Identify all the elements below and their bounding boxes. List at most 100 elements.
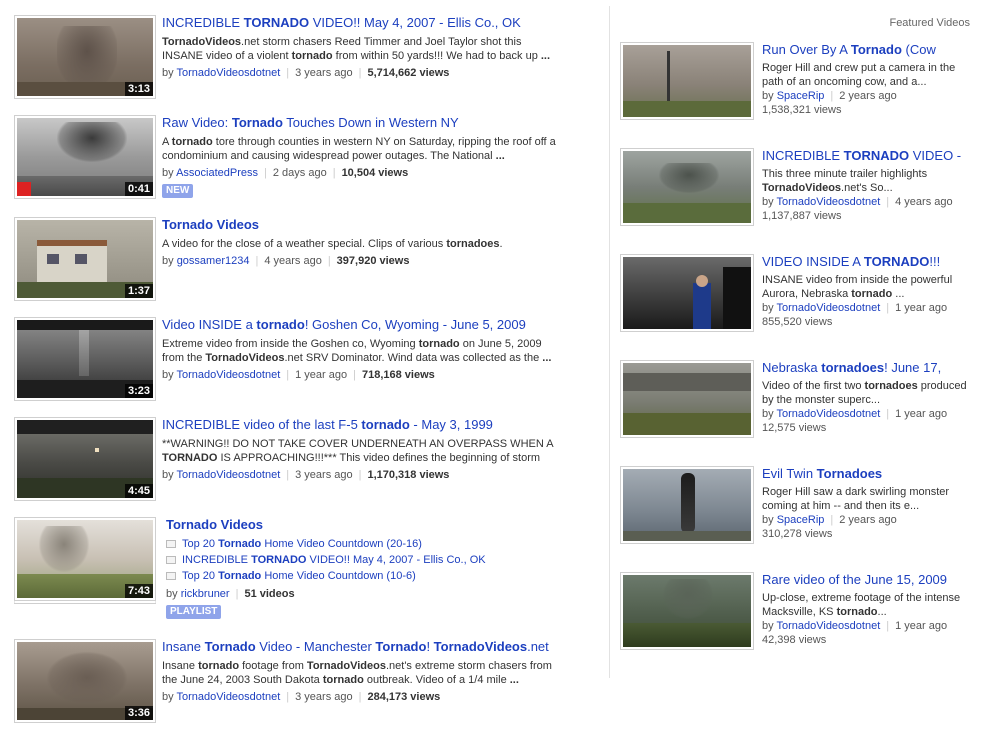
separator: |	[286, 67, 290, 79]
featured-meta: by SpaceRip | 2 years ago	[762, 513, 972, 527]
playlist-entry[interactable]: INCREDIBLE TORNADO VIDEO!! May 4, 2007 -…	[166, 552, 566, 568]
video-thumbnail[interactable]	[620, 42, 754, 120]
desc-ellipsis: ...	[509, 674, 519, 686]
view-count: 1,538,321 views	[762, 104, 842, 116]
title-text: Insane	[162, 639, 205, 654]
result-title[interactable]: Video INSIDE a tornado! Goshen Co, Wyomi…	[162, 317, 562, 333]
video-thumbnail[interactable]: 0:41	[14, 115, 156, 199]
result-title[interactable]: INCREDIBLE video of the last F-5 tornado…	[162, 417, 562, 433]
separator: |	[327, 255, 331, 267]
upload-age: 1 year ago	[295, 369, 348, 381]
featured-meta: by TornadoVideosdotnet | 1 year ago	[762, 407, 972, 421]
playlist-title[interactable]: Tornado Videos	[166, 517, 566, 533]
desc-ellipsis: ...	[540, 50, 551, 62]
separator: |	[358, 691, 362, 703]
by-label: by	[162, 255, 174, 267]
author-link[interactable]: TornadoVideosdotnet	[176, 369, 280, 381]
video-thumbnail[interactable]: 1:37	[14, 217, 156, 301]
view-count: 10,504 views	[341, 167, 409, 179]
video-thumbnail[interactable]: 3:36	[14, 639, 156, 723]
video-thumbnail[interactable]: 3:23	[14, 317, 156, 401]
video-thumbnail[interactable]	[620, 360, 754, 438]
desc-text: .	[499, 238, 503, 250]
desc-text: **WARNING!! DO NOT TAKE COVER UNDERNEATH…	[162, 438, 553, 450]
video-thumbnail[interactable]	[620, 254, 754, 332]
playlist-entry[interactable]: Top 20 Tornado Home Video Countdown (20-…	[166, 536, 566, 552]
desc-keyword: tornado	[851, 288, 893, 300]
featured-title[interactable]: Nebraska tornadoes! June 17,	[762, 360, 972, 376]
desc-keyword: tornado	[171, 136, 213, 148]
result-title[interactable]: INCREDIBLE TORNADO VIDEO!! May 4, 2007 -…	[162, 15, 562, 31]
title-keyword: Tornado	[204, 639, 256, 654]
result-title[interactable]: Insane Tornado Video - Manchester Tornad…	[162, 639, 562, 655]
video-thumbnail[interactable]: 3:13	[14, 15, 156, 99]
result-item: 4:45 INCREDIBLE video of the last F-5 to…	[14, 417, 600, 505]
video-duration: 4:45	[124, 484, 153, 498]
video-duration: 3:36	[124, 706, 153, 720]
view-count: 310,278 views	[762, 528, 833, 540]
video-thumbnail[interactable]	[620, 148, 754, 226]
featured-description: This three minute trailer highlights Tor…	[762, 167, 972, 195]
playlist-thumbnail[interactable]: 7:43	[14, 517, 156, 604]
playlist-entry[interactable]: Top 20 Tornado Home Video Countdown (10-…	[166, 568, 566, 584]
video-thumbnail[interactable]	[620, 572, 754, 650]
view-count: 5,714,662 views	[367, 67, 450, 79]
column-divider	[609, 6, 610, 678]
separator: |	[358, 67, 362, 79]
playlist-badge: PLAYLIST	[166, 605, 222, 619]
entry-keyword: Tornado	[218, 538, 262, 550]
entry-keyword: TORNADO	[251, 554, 307, 566]
separator: |	[353, 369, 356, 381]
desc-text: This three minute trailer highlights	[762, 168, 928, 180]
desc-keyword: tornado	[291, 50, 333, 62]
result-title[interactable]: Raw Video: Tornado Touches Down in Weste…	[162, 115, 562, 131]
view-count: 42,398 views	[762, 634, 827, 646]
author-link[interactable]: TornadoVideosdotnet	[776, 196, 880, 208]
video-thumbnail[interactable]: 4:45	[14, 417, 156, 501]
featured-title[interactable]: Rare video of the June 15, 2009	[762, 572, 972, 588]
view-count: 397,920 views	[336, 255, 410, 267]
separator: |	[886, 302, 890, 314]
by-label: by	[162, 369, 174, 381]
featured-title[interactable]: INCREDIBLE TORNADO VIDEO -	[762, 148, 972, 164]
entry-text: Home Video Countdown (20-16)	[261, 538, 422, 550]
video-icon	[166, 556, 176, 565]
author-link[interactable]: SpaceRip	[777, 514, 825, 526]
new-badge: NEW	[162, 184, 194, 198]
author-link[interactable]: gossamer1234	[177, 255, 250, 267]
featured-title[interactable]: VIDEO INSIDE A TORNADO!!!	[762, 254, 972, 270]
author-link[interactable]: TornadoVideosdotnet	[176, 67, 280, 79]
result-title[interactable]: Tornado Videos	[162, 217, 562, 233]
author-link[interactable]: TornadoVideosdotnet	[776, 620, 880, 632]
title-keyword: Tornado	[231, 115, 283, 130]
featured-title[interactable]: Run Over By A Tornado (Cow	[762, 42, 972, 58]
title-keyword: TORNADO	[863, 254, 930, 269]
title-text: Evil Twin	[762, 466, 817, 481]
featured-title[interactable]: Evil Twin Tornadoes	[762, 466, 972, 482]
author-link[interactable]: SpaceRip	[777, 90, 825, 102]
author-link[interactable]: TornadoVideosdotnet	[176, 469, 280, 481]
desc-ellipsis: ...	[495, 150, 505, 162]
video-thumbnail[interactable]	[620, 466, 754, 544]
result-description: A tornado tore through counties in weste…	[162, 135, 562, 163]
by-label: by	[762, 408, 774, 420]
author-link[interactable]: TornadoVideosdotnet	[176, 691, 280, 703]
by-label: by	[162, 691, 174, 703]
desc-text: .net's So...	[841, 182, 893, 194]
author-link[interactable]: TornadoVideosdotnet	[776, 408, 880, 420]
by-label: by	[162, 67, 174, 79]
desc-text: .net SRV Dominator. Wind data was collec…	[284, 352, 543, 364]
author-link[interactable]: AssociatedPress	[176, 167, 258, 179]
view-count: 718,168 views	[361, 369, 435, 381]
author-link[interactable]: rickbruner	[181, 588, 230, 600]
featured-meta: by TornadoVideosdotnet | 4 years ago	[762, 195, 972, 209]
desc-text: A	[162, 136, 172, 148]
result-description: **WARNING!! DO NOT TAKE COVER UNDERNEATH…	[162, 437, 562, 465]
title-text: Run Over By A	[762, 42, 851, 57]
title-keyword: TornadoVideos	[433, 639, 528, 654]
desc-text: footage from	[239, 660, 307, 672]
featured-meta: by TornadoVideosdotnet | 1 year ago	[762, 301, 972, 315]
separator: |	[886, 620, 890, 632]
author-link[interactable]: TornadoVideosdotnet	[776, 302, 880, 314]
entry-text: VIDEO!! May 4, 2007 - Ellis Co., OK	[306, 554, 486, 566]
